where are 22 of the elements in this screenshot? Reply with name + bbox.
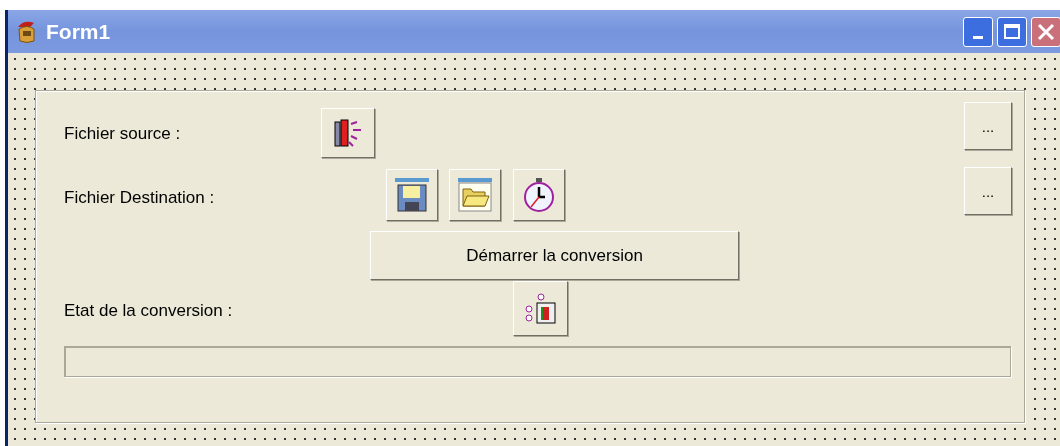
toolbar-button[interactable] <box>321 108 375 158</box>
floppy-disk-icon <box>394 177 430 213</box>
minimize-icon <box>973 35 983 39</box>
close-icon <box>1037 22 1055 41</box>
molecule-box-icon <box>522 290 559 327</box>
field-label: Fichier source : <box>64 123 181 145</box>
maximize-button[interactable] <box>997 16 1027 47</box>
close-button[interactable] <box>1031 16 1060 47</box>
status-label: Etat de la conversion : <box>64 300 233 322</box>
start-conversion-button[interactable]: Démarrer la conversion <box>370 231 739 280</box>
toolbar-button[interactable] <box>449 169 501 221</box>
field-label: Fichier Destination : <box>64 187 215 209</box>
toolbar-button[interactable] <box>386 169 438 221</box>
maximize-icon <box>1004 24 1020 39</box>
browse-button[interactable]: ... <box>964 102 1012 150</box>
browse-button[interactable]: ... <box>964 167 1012 215</box>
toolbar-button[interactable] <box>513 281 568 336</box>
folder-icon <box>457 177 493 213</box>
stopwatch-icon <box>521 177 557 213</box>
window-title: Form1 <box>46 18 111 45</box>
toolbar-button[interactable] <box>513 169 565 221</box>
minimize-button[interactable] <box>963 16 993 47</box>
